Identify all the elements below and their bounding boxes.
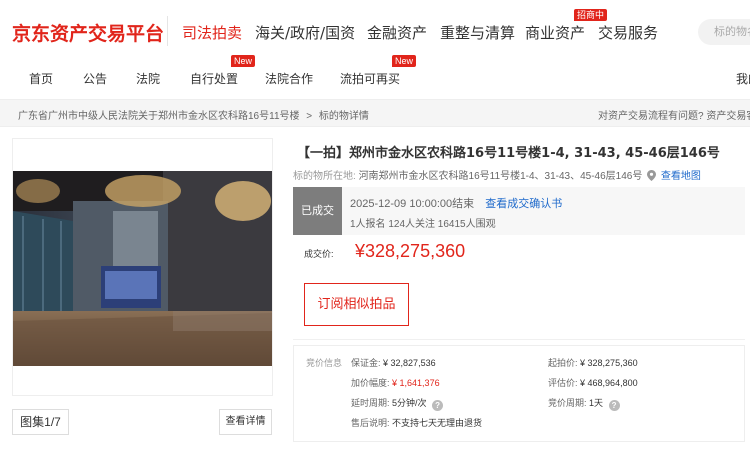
appraisal-row: 评估价: ¥ 468,964,800 — [548, 376, 638, 389]
nav-commercial-assets[interactable]: 商业资产 — [525, 22, 585, 43]
subnav-self-disposal[interactable]: 自行处置 — [190, 70, 238, 87]
breadcrumb-bar: 广东省广州市中级人民法院关于郑州市金水区农科路16号11号楼 > 标的物详情 对… — [0, 99, 750, 127]
after-sale-row: 售后说明: 不支持七天无理由退货 — [351, 416, 482, 429]
increment-label: 加价幅度: — [351, 378, 390, 388]
subnav-courts[interactable]: 法院 — [136, 70, 160, 87]
view-map-link[interactable]: 查看地图 — [661, 171, 701, 182]
secondary-nav: 首页 公告 法院 自行处置 New 法院合作 流拍可再买 New 我的 — [0, 55, 750, 96]
bid-info-label: 竞价信息 — [306, 358, 343, 368]
delay-value: 5分钟/次 — [392, 398, 427, 408]
lot-location: 标的物所在地: 河南郑州市金水区农科路16号11号楼1-4、31-43、45-4… — [293, 167, 701, 184]
start-price-row: 起拍价: ¥ 328,275,360 — [548, 356, 638, 369]
bid-period-value: 1天 — [589, 398, 604, 408]
increment-value: ¥ 1,641,376 — [392, 378, 440, 388]
status-badge: 已成交 — [293, 187, 342, 235]
subnav-announcements[interactable]: 公告 — [83, 70, 107, 87]
bid-period-label: 竞价周期: — [548, 398, 587, 408]
deposit-label: 保证金: — [351, 358, 381, 368]
start-price-value: ¥ 328,275,360 — [580, 358, 638, 368]
subnav-rebuy[interactable]: 流拍可再买 — [340, 70, 400, 87]
delay-row: 延时周期: 5分钟/次 ? — [351, 396, 444, 411]
view-details-button[interactable]: 查看详情 — [219, 409, 272, 435]
view-confirmation-link[interactable]: 查看成交确认书 — [485, 198, 562, 210]
lot-title: 【一拍】郑州市金水区农科路16号11号楼1-4, 31-43, 45-46层14… — [297, 146, 720, 161]
nav-customs-government[interactable]: 海关/政府/国资 — [255, 22, 355, 43]
location-value: 河南郑州市金水区农科路16号11号楼1-4、31-43、45-46层146号 — [358, 171, 643, 182]
end-time-text: 2025-12-09 10:00:00结束 — [350, 198, 475, 210]
after-sale-label: 售后说明: — [351, 418, 390, 428]
participation-counts: 1人报名 124人关注 16415人围观 — [350, 219, 496, 230]
gallery-counter[interactable]: 图集1/7 — [12, 409, 69, 435]
final-price: ¥328,275,360 — [355, 241, 466, 261]
location-label: 标的物所在地: — [293, 171, 356, 182]
logo-divider — [167, 16, 168, 46]
help-icon[interactable]: ? — [432, 400, 444, 411]
search-input[interactable]: 标的物名称 — [698, 19, 750, 45]
map-pin-icon — [647, 170, 657, 184]
new-badge: New — [231, 55, 256, 67]
final-price-label: 成交价: — [304, 249, 334, 259]
deposit-row: 保证金: ¥ 32,827,536 — [351, 356, 436, 369]
help-icon[interactable]: ? — [608, 400, 620, 411]
after-sale-value: 不支持七天无理由退货 — [392, 418, 483, 428]
site-logo[interactable]: 京东资产交易平台 — [12, 19, 164, 46]
price-panel: 成交价: ¥328,275,360 订阅相似拍品 — [293, 235, 745, 340]
start-price-label: 起拍价: — [548, 358, 578, 368]
deposit-value: ¥ 32,827,536 — [383, 358, 436, 368]
bid-info-panel: 竞价信息 保证金: ¥ 32,827,536 起拍价: ¥ 328,275,36… — [293, 345, 745, 442]
increment-row: 加价幅度: ¥ 1,641,376 — [351, 376, 440, 389]
breadcrumb-item-current: 标的物详情 — [318, 111, 369, 122]
appraisal-label: 评估价: — [548, 378, 578, 388]
nav-restructuring[interactable]: 重整与清算 — [440, 22, 515, 43]
nav-trading-services[interactable]: 交易服务 — [598, 22, 658, 43]
new-badge: New — [392, 55, 417, 67]
zhaoshang-badge: 招商中 — [574, 9, 608, 21]
appraisal-value: ¥ 468,964,800 — [580, 378, 638, 388]
subnav-court-cooperation[interactable]: 法院合作 — [265, 70, 313, 87]
auction-status-panel: 已成交 2025-12-09 10:00:00结束 查看成交确认书 1人报名 1… — [293, 187, 745, 235]
top-header: 京东资产交易平台 司法拍卖 海关/政府/国资 金融资产 重整与清算 商业资产 招… — [0, 0, 750, 62]
image-gallery — [12, 138, 273, 396]
auction-end-time: 2025-12-09 10:00:00结束 查看成交确认书 — [350, 195, 562, 211]
nav-financial-assets[interactable]: 金融资产 — [367, 22, 427, 43]
subnav-my-account[interactable]: 我的 — [736, 70, 750, 87]
customer-service-link[interactable]: 对资产交易流程有问题? 资产交易客服 — [598, 107, 750, 122]
bid-period-row: 竞价周期: 1天 ? — [548, 396, 620, 411]
delay-label: 延时周期: — [351, 398, 390, 408]
subscribe-similar-button[interactable]: 订阅相似拍品 — [304, 283, 409, 326]
breadcrumb: 广东省广州市中级人民法院关于郑州市金水区农科路16号11号楼 > 标的物详情 — [18, 107, 373, 122]
lot-photo[interactable] — [13, 171, 272, 366]
breadcrumb-separator: > — [306, 111, 313, 122]
subnav-home[interactable]: 首页 — [29, 70, 53, 87]
nav-judicial-auction[interactable]: 司法拍卖 — [182, 22, 242, 43]
breadcrumb-item-court[interactable]: 广东省广州市中级人民法院关于郑州市金水区农科路16号11号楼 — [18, 111, 300, 122]
